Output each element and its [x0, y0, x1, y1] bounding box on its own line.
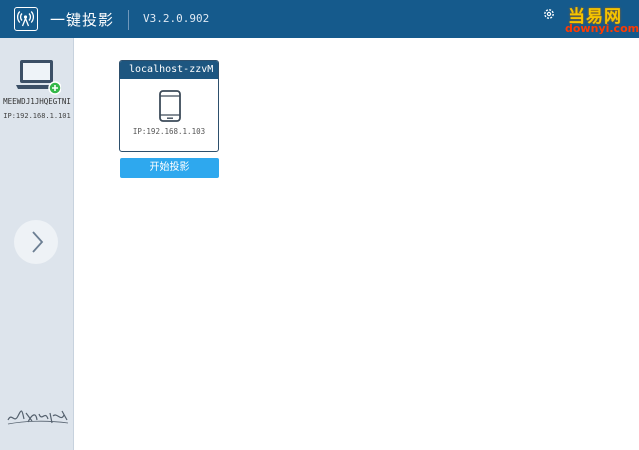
- projection-icon: [14, 7, 38, 31]
- title-bar: 一键投影 V3.2.0.902 当易网 downyi.com: [0, 0, 639, 38]
- sidebar: MEEWDJ1JHQEGTNI IP:192.168.1.101: [0, 38, 74, 450]
- version-label: V3.2.0.902: [143, 12, 210, 25]
- host-name: MEEWDJ1JHQEGTNI: [3, 97, 71, 106]
- chevron-right-icon: [32, 231, 44, 253]
- watermark-bottom: downyi.com: [565, 22, 639, 35]
- app-title: 一键投影: [50, 11, 115, 29]
- title-divider: [128, 10, 129, 30]
- device-name: localhost-zzvM: [120, 61, 218, 79]
- device-ip: IP:192.168.1.103: [132, 127, 206, 136]
- signature-logo: [6, 404, 70, 428]
- gear-icon[interactable]: [542, 6, 556, 20]
- device-card[interactable]: localhost-zzvM IP:192.168.1.103: [119, 60, 219, 152]
- watermark-logo: 当易网 downyi.com: [562, 2, 639, 36]
- start-projection-button[interactable]: 开始投影: [120, 158, 219, 178]
- host-ip: IP:192.168.1.101: [3, 112, 71, 120]
- laptop-icon: [15, 58, 62, 98]
- phone-icon: [158, 90, 182, 122]
- next-button[interactable]: [14, 220, 58, 264]
